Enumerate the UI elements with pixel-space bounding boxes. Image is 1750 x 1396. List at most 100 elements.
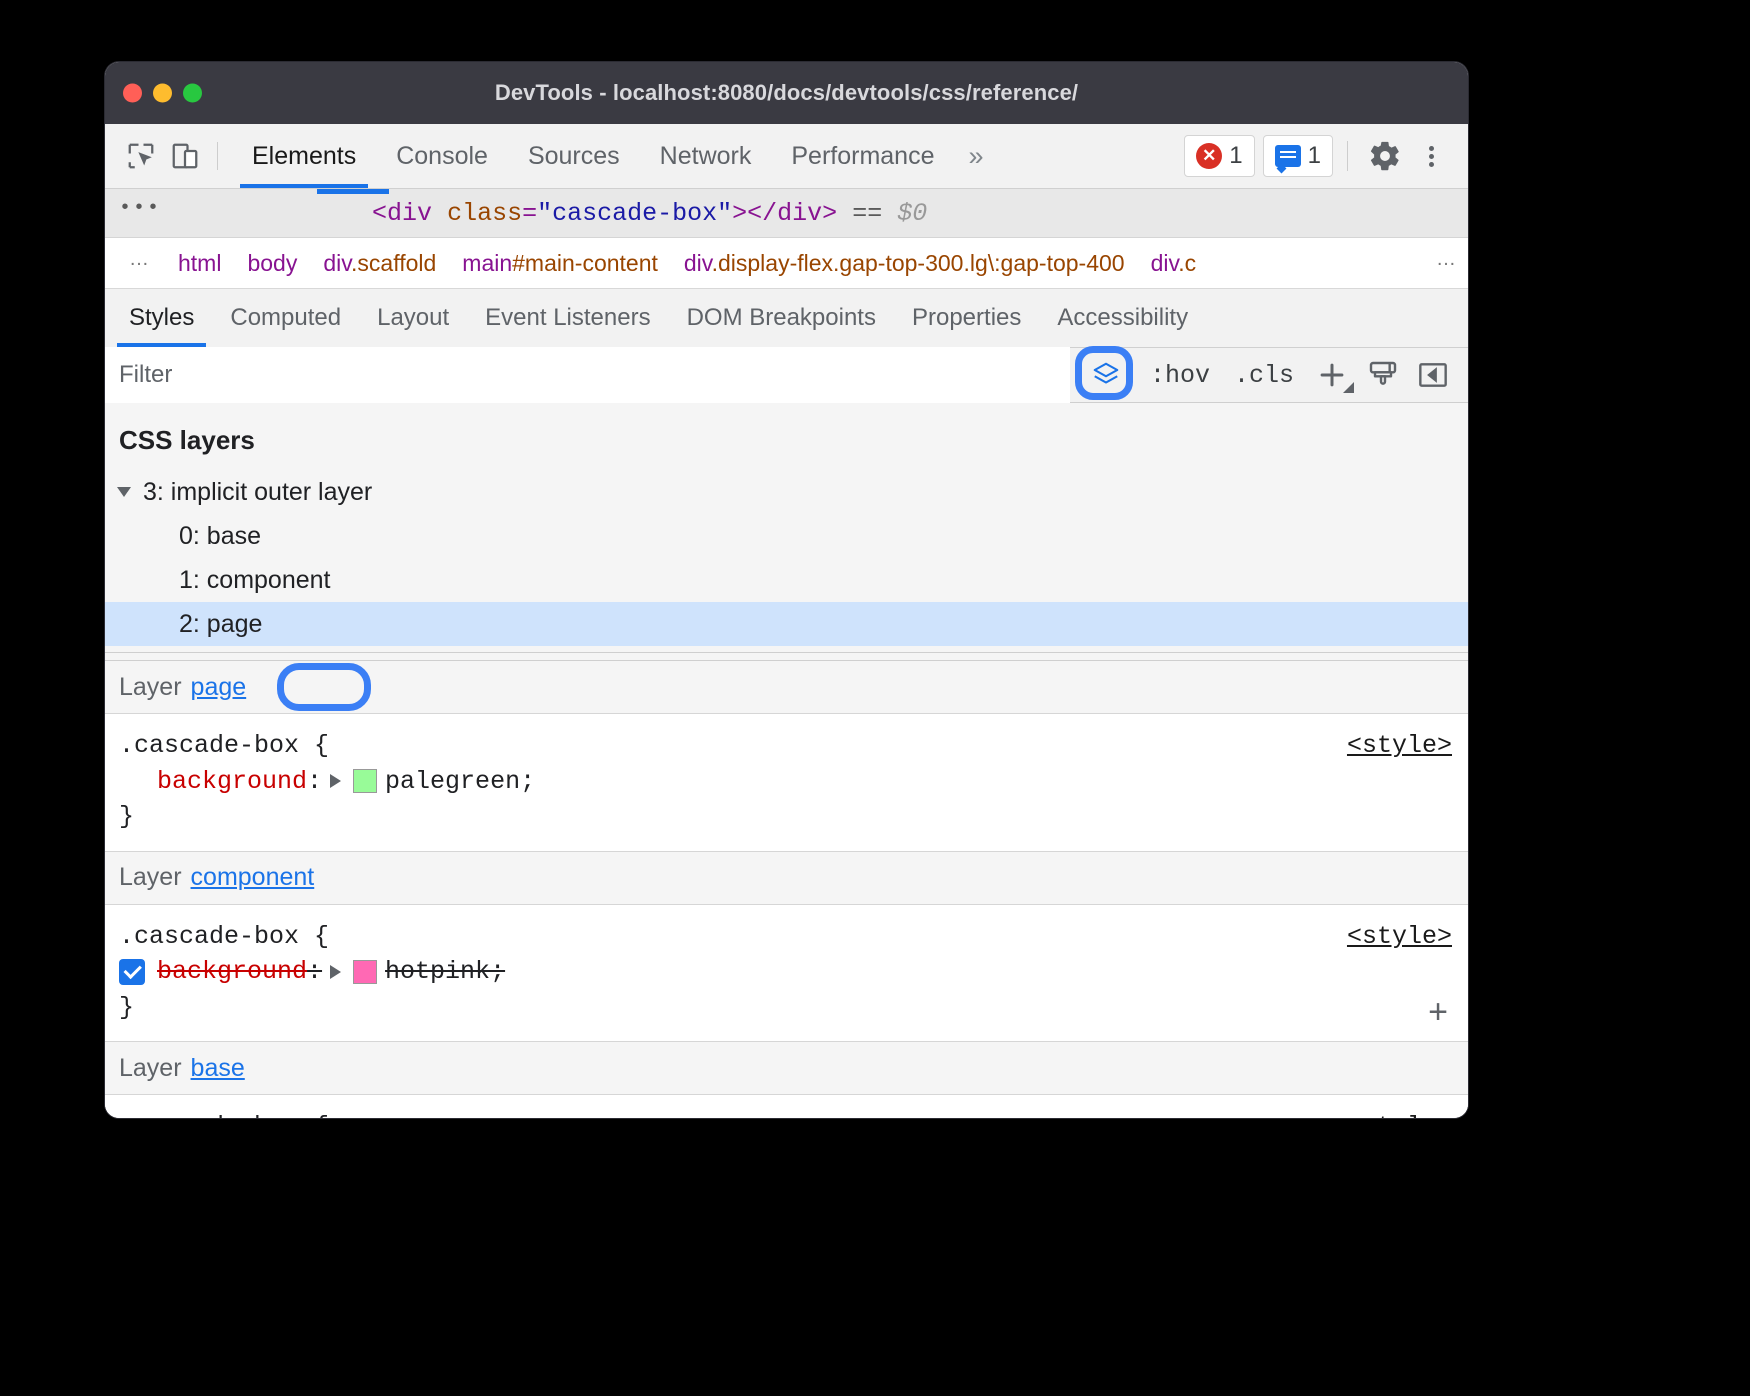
declaration-enabled-checkbox[interactable] — [119, 959, 145, 985]
css-rule-component: <style> .cascade-box { background : hotp… — [105, 905, 1468, 1043]
layer-tree-row-base[interactable]: 0: base — [105, 514, 1468, 558]
expand-shorthand-icon[interactable] — [330, 774, 341, 788]
rule-source-link[interactable]: <style> — [1347, 728, 1452, 764]
rule-close-brace-text: } — [119, 990, 134, 1026]
layer-tree-row-page[interactable]: 2: page — [105, 602, 1468, 646]
css-layers-button[interactable] — [1082, 354, 1130, 396]
tab-accessibility[interactable]: Accessibility — [1039, 289, 1206, 347]
declaration-name[interactable]: background — [157, 764, 307, 800]
maximize-window-button[interactable] — [183, 84, 202, 103]
rule-close-brace: } — [105, 990, 1468, 1026]
layer-tree-label: 3: implicit outer layer — [143, 478, 372, 507]
breadcrumb-item-div-scaffold[interactable]: div.scaffold — [310, 250, 449, 277]
color-swatch-hotpink[interactable] — [353, 960, 377, 984]
tab-properties[interactable]: Properties — [894, 289, 1039, 347]
elements-tab-underline — [317, 189, 389, 194]
breadcrumb-overflow-icon[interactable]: … — [105, 248, 165, 279]
rule-selector: .cascade-box { — [119, 728, 329, 764]
layer-tree-label: 2: page — [179, 610, 262, 639]
toolbar-divider-2 — [1347, 141, 1348, 171]
error-count-badge[interactable]: ✕ 1 — [1184, 135, 1254, 177]
styles-filter-bar: :hov .cls — [105, 348, 1468, 403]
gear-icon[interactable] — [1362, 133, 1408, 179]
layer-tree-row-component[interactable]: 1: component — [105, 558, 1468, 602]
styles-pane-tab-strip: Styles Computed Layout Event Listeners D… — [105, 289, 1468, 348]
close-window-button[interactable] — [123, 84, 142, 103]
declaration-value[interactable]: hotpink; — [385, 954, 505, 990]
rule-source-link[interactable]: <style> — [1347, 1109, 1452, 1118]
rule-selector-line[interactable]: .cascade-box { — [105, 919, 1468, 955]
tab-console[interactable]: Console — [376, 124, 508, 188]
tab-network[interactable]: Network — [640, 124, 772, 188]
layers-button-highlight-ring — [1075, 346, 1133, 400]
breadcrumb-main: body — [247, 250, 297, 276]
chevron-down-icon[interactable] — [117, 487, 131, 497]
layer-word-label: Layer — [119, 863, 182, 892]
breadcrumb-item-body[interactable]: body — [234, 250, 310, 277]
rule-close-brace: } — [105, 799, 1468, 835]
search-input[interactable] — [105, 347, 1070, 403]
rule-selector-line[interactable]: .cascade-box { — [105, 728, 1468, 764]
message-icon — [1275, 145, 1301, 167]
layer-header-component: Layer component — [105, 852, 1468, 905]
tab-dom-breakpoints[interactable]: DOM Breakpoints — [669, 289, 894, 347]
tab-layout[interactable]: Layout — [359, 289, 467, 347]
brush-icon[interactable] — [1358, 353, 1408, 397]
rule-source-link[interactable]: <style> — [1347, 919, 1452, 955]
rule-selector-line[interactable]: .cascade-box { — [105, 1109, 1468, 1118]
kebab-menu-icon[interactable] — [1408, 133, 1454, 179]
node-equals-sign: == — [852, 199, 882, 228]
breadcrumb-item-html[interactable]: html — [165, 250, 234, 277]
minimize-window-button[interactable] — [153, 84, 172, 103]
breadcrumb-trailing-overflow-icon[interactable]: … — [1432, 248, 1468, 279]
filter-bar-tools: :hov .cls — [1070, 348, 1468, 402]
color-swatch-palegreen[interactable] — [353, 769, 377, 793]
toolbar-divider — [217, 142, 218, 170]
layer-link-component[interactable]: component — [191, 863, 315, 892]
new-style-rule-button[interactable] — [1306, 353, 1358, 397]
breadcrumb-item-div-display-flex[interactable]: div.display-flex.gap-top-300.lg\:gap-top… — [671, 250, 1138, 277]
panel-tab-strip: Elements Console Sources Network Perform… — [232, 124, 954, 188]
tab-styles[interactable]: Styles — [111, 289, 212, 347]
declaration-name[interactable]: background — [157, 954, 307, 990]
css-rule-page: <style> .cascade-box { background : pale… — [105, 714, 1468, 852]
css-layers-tree: 3: implicit outer layer 0: base 1: compo… — [105, 470, 1468, 652]
breadcrumb-item-div-c[interactable]: div.c — [1138, 250, 1210, 277]
add-declaration-button[interactable]: + — [1428, 995, 1448, 1029]
layer-word-label: Layer — [119, 1054, 182, 1083]
layer-tree-row-implicit-outer[interactable]: 3: implicit outer layer — [105, 470, 1468, 514]
tab-event-listeners[interactable]: Event Listeners — [467, 289, 668, 347]
error-icon: ✕ — [1196, 143, 1222, 169]
more-tabs-icon[interactable]: » — [954, 141, 997, 172]
layer-link-page[interactable]: page — [191, 673, 247, 702]
new-style-rule-dropdown-icon[interactable] — [1343, 382, 1354, 393]
declaration-value[interactable]: palegreen; — [385, 764, 535, 800]
tab-computed[interactable]: Computed — [212, 289, 359, 347]
breadcrumb-main: main — [462, 250, 512, 276]
breadcrumb-item-main-content[interactable]: main#main-content — [449, 250, 671, 277]
tab-elements[interactable]: Elements — [232, 124, 376, 188]
toggle-element-classes-button[interactable]: .cls — [1222, 361, 1306, 390]
selected-node-markup[interactable]: <div class="cascade-box"></div> == $0 — [372, 199, 927, 228]
tab-sources[interactable]: Sources — [508, 124, 640, 188]
dom-overflow-icon[interactable]: ••• — [105, 197, 177, 230]
devtools-toolbar: Elements Console Sources Network Perform… — [105, 124, 1468, 189]
node-attr-name: class — [447, 199, 522, 228]
tab-performance[interactable]: Performance — [771, 124, 954, 188]
sidebar-toggle-icon[interactable] — [1408, 353, 1458, 397]
declaration-row[interactable]: background : hotpink; — [105, 954, 1468, 990]
layer-link-base[interactable]: base — [191, 1054, 245, 1083]
declaration-row[interactable]: background : palegreen; — [105, 764, 1468, 800]
declaration-colon: : — [307, 954, 322, 990]
message-count-badge[interactable]: 1 — [1263, 135, 1333, 177]
node-attr-equals: = — [522, 199, 537, 228]
inspect-element-icon[interactable] — [119, 134, 163, 178]
breadcrumb-sub: .display-flex.gap-top-300.lg\:gap-top-40… — [712, 250, 1125, 276]
layer-tree-label: 1: component — [179, 566, 331, 595]
error-count-label: 1 — [1229, 142, 1242, 170]
breadcrumb-main: div — [323, 250, 351, 276]
node-tag-name: div — [387, 199, 432, 228]
device-toolbar-icon[interactable] — [163, 134, 207, 178]
toggle-pseudo-classes-button[interactable]: :hov — [1138, 361, 1222, 390]
expand-shorthand-icon[interactable] — [330, 965, 341, 979]
